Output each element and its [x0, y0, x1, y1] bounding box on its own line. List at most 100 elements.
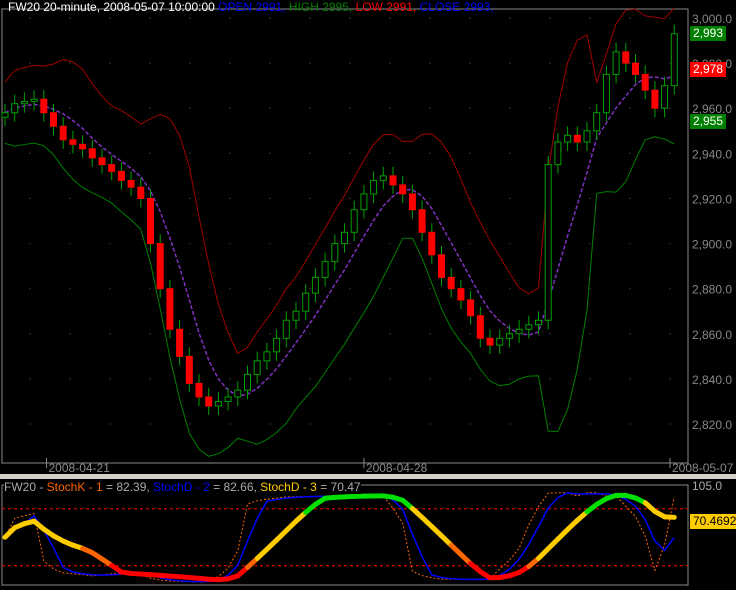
grid-dot [469, 243, 470, 244]
grid-dot [669, 288, 670, 289]
grid-dot [429, 108, 430, 109]
grid-dot [309, 198, 310, 199]
candle-body [448, 277, 454, 288]
grid-dot [629, 63, 630, 64]
grid-dot [629, 17, 630, 18]
grid-dot [349, 198, 350, 199]
grid-dot [149, 288, 150, 289]
grid-dot [349, 288, 350, 289]
x-tick-label: 2008-05-07 [672, 461, 734, 474]
grid-dot [229, 198, 230, 199]
stochk-label: StochK - 1 [47, 480, 103, 494]
grid-dot [589, 423, 590, 424]
grid-dot [389, 378, 390, 379]
grid-dot [509, 63, 510, 64]
candle-body [51, 113, 57, 127]
stoch-frame [2, 485, 688, 585]
grid-dot [389, 243, 390, 244]
high-value: HIGH 2995, [289, 0, 352, 14]
grid-dot [589, 153, 590, 154]
candle-body [458, 289, 464, 300]
candle-body [322, 262, 328, 278]
grid-dot [429, 63, 430, 64]
grid-dot [509, 378, 510, 379]
grid-dot [509, 17, 510, 18]
grid-dot [549, 153, 550, 154]
candle-body [497, 338, 503, 345]
grid-dot [349, 423, 350, 424]
candle-body [603, 74, 609, 112]
grid-dot [69, 17, 70, 18]
y-tick-label: 2,920.0 [692, 192, 732, 206]
close-value: CLOSE 2993, [420, 0, 494, 14]
grid-dot [109, 243, 110, 244]
stochd3-value: = 70.47 [317, 480, 361, 494]
y-tick-label: 2,840.0 [692, 373, 732, 387]
candle-body [351, 210, 357, 233]
candle-body [642, 74, 648, 90]
candle-body [186, 356, 192, 383]
grid-dot [69, 378, 70, 379]
candle-body [477, 316, 483, 339]
candle-body [361, 194, 367, 210]
stochastic-panel[interactable]: FW20 - StochK - 1 = 82.39, StochD - 2 = … [0, 479, 736, 587]
grid-dot [29, 198, 30, 199]
price-chart-panel[interactable]: 3,000.02,980.02,960.02,940.02,920.02,900… [0, 0, 736, 474]
grid-dot [429, 423, 430, 424]
grid-dot [349, 153, 350, 154]
candle-body [380, 176, 386, 181]
grid-dot [269, 153, 270, 154]
grid-dot [589, 243, 590, 244]
candle-body [264, 352, 270, 361]
candle-body [594, 113, 600, 131]
grid-dot [309, 333, 310, 334]
grid-dot [69, 333, 70, 334]
grid-dot [509, 153, 510, 154]
candle-body [167, 289, 173, 330]
candle-body [80, 144, 86, 149]
grid-dot [349, 243, 350, 244]
candle-body [633, 63, 639, 74]
candle-body [312, 277, 318, 293]
candle-body [138, 187, 144, 198]
candle-body [274, 338, 280, 352]
grid-dot [669, 153, 670, 154]
grid-dot [29, 63, 30, 64]
candle-body [89, 149, 95, 158]
candle-body [623, 52, 629, 63]
stoch-header: FW20 - StochK - 1 = 82.39, StochD - 2 = … [4, 480, 361, 494]
grid-dot [149, 17, 150, 18]
stochd3-label: StochD - 3 [260, 480, 317, 494]
candle-body [419, 210, 425, 233]
grid-dot [669, 378, 670, 379]
candle-body [574, 135, 580, 142]
symbol-period: FW20 20-minute, 2008-05-07 10:00:00 [8, 0, 215, 14]
candle-body [225, 397, 231, 402]
grid-dot [229, 378, 230, 379]
grid-dot [549, 333, 550, 334]
grid-dot [629, 333, 630, 334]
grid-dot [29, 378, 30, 379]
grid-dot [509, 198, 510, 199]
stoch-symbol: FW20 - [4, 480, 47, 494]
grid-dot [109, 63, 110, 64]
grid-dot [429, 153, 430, 154]
grid-dot [229, 108, 230, 109]
grid-dot [629, 423, 630, 424]
grid-dot [629, 288, 630, 289]
grid-dot [189, 153, 190, 154]
y-tick-label: 3,000.0 [692, 12, 732, 26]
grid-dot [429, 333, 430, 334]
grid-dot [269, 378, 270, 379]
candle-body [468, 300, 474, 316]
grid-dot [589, 17, 590, 18]
grid-dot [389, 288, 390, 289]
candle-body [371, 180, 377, 194]
candle-body [332, 244, 338, 262]
stochd-value: = 82.66, [210, 480, 260, 494]
grid-dot [269, 288, 270, 289]
candle-body [235, 390, 241, 397]
grid-dot [229, 63, 230, 64]
grid-dot [109, 333, 110, 334]
grid-dot [269, 333, 270, 334]
